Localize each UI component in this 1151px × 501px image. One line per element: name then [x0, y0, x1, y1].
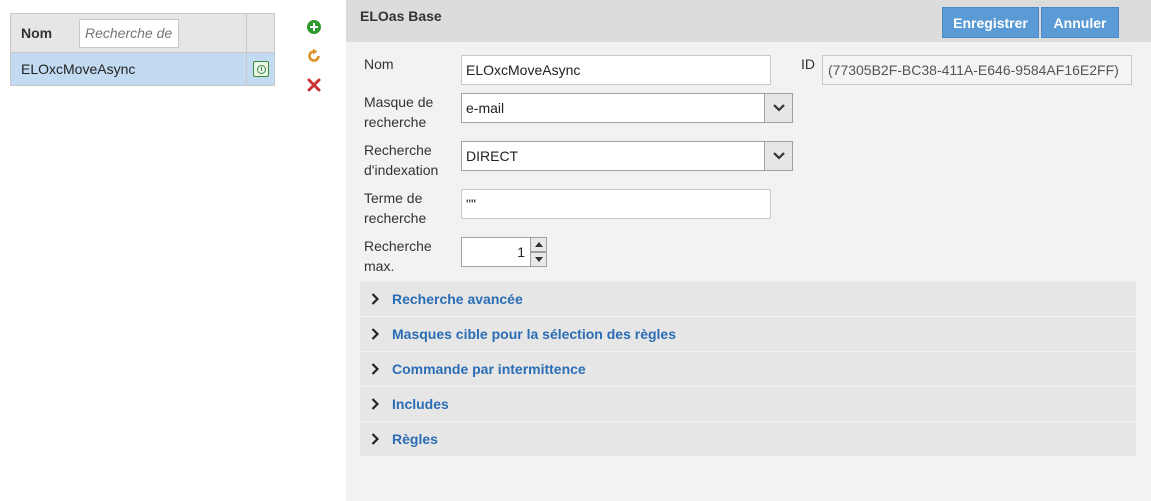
search-mask-label: Masque de recherche: [364, 92, 452, 132]
detail-header: ELOas Base Enregistrer Annuler: [346, 0, 1151, 42]
list-row[interactable]: ELOxcMoveAsync: [11, 53, 274, 85]
section-label[interactable]: Includes: [392, 396, 449, 412]
index-search-select[interactable]: DIRECT: [461, 141, 793, 171]
index-search-label-line1: Recherche: [364, 142, 432, 158]
search-term-label-line1: Terme de: [364, 190, 423, 206]
section-label[interactable]: Masques cible pour la sélection des règl…: [392, 326, 676, 342]
section-rules[interactable]: Règles: [360, 422, 1136, 456]
section-target-masks[interactable]: Masques cible pour la sélection des règl…: [360, 317, 1136, 351]
index-search-label: Recherche d'indexation: [364, 140, 452, 180]
collapsible-sections: Recherche avancée Masques cible pour la …: [360, 282, 1136, 457]
decrement-icon[interactable]: [530, 252, 547, 267]
chevron-down-icon[interactable]: [764, 142, 792, 170]
search-term-label-line2: recherche: [364, 210, 427, 226]
chevron-right-icon: [371, 362, 381, 376]
search-mask-label-line2: recherche: [364, 114, 427, 130]
id-label: ID: [801, 56, 815, 72]
name-label: Nom: [364, 56, 394, 72]
search-mask-value: e-mail: [466, 100, 505, 116]
max-search-value[interactable]: 1: [461, 237, 531, 267]
name-field[interactable]: ELOxcMoveAsync: [461, 55, 771, 85]
refresh-icon[interactable]: [305, 47, 323, 65]
max-search-stepper[interactable]: 1: [461, 237, 547, 267]
chevron-right-icon: [371, 327, 381, 341]
index-search-label-line2: d'indexation: [364, 162, 439, 178]
section-interval-control[interactable]: Commande par intermittence: [360, 352, 1136, 386]
index-search-value: DIRECT: [466, 148, 519, 164]
add-icon[interactable]: [305, 18, 323, 36]
id-field: (77305B2F-BC38-411A-E646-9584AF16E2FF): [822, 55, 1132, 85]
max-search-label: Recherche max.: [364, 236, 452, 276]
timer-icon: [252, 61, 269, 77]
row-name[interactable]: ELOxcMoveAsync: [11, 53, 248, 85]
name-column-header: Nom: [11, 14, 248, 52]
search-mask-select[interactable]: e-mail: [461, 93, 793, 123]
section-includes[interactable]: Includes: [360, 387, 1136, 421]
page-title: ELOas Base: [360, 8, 442, 24]
name-column-label: Nom: [21, 25, 53, 41]
search-term-field[interactable]: "": [461, 189, 771, 219]
delete-icon[interactable]: [305, 76, 323, 94]
max-search-label-line1: Recherche: [364, 238, 432, 254]
chevron-right-icon: [371, 292, 381, 306]
chevron-right-icon: [371, 432, 381, 446]
cancel-button[interactable]: Annuler: [1041, 7, 1119, 38]
list-actions: [305, 18, 323, 105]
chevron-right-icon: [371, 397, 381, 411]
name-filter-input[interactable]: [79, 18, 179, 48]
max-search-label-line2: max.: [364, 258, 395, 274]
search-term-label: Terme de recherche: [364, 188, 452, 228]
left-panel: Nom ELOxcMoveAsync: [0, 0, 346, 501]
section-label[interactable]: Commande par intermittence: [392, 361, 586, 377]
section-label[interactable]: Règles: [392, 431, 438, 447]
detail-panel: ELOas Base Enregistrer Annuler Nom ELOxc…: [346, 0, 1151, 501]
list-header: Nom: [11, 14, 274, 53]
save-button[interactable]: Enregistrer: [942, 7, 1039, 38]
increment-icon[interactable]: [530, 237, 547, 252]
rule-list-table: Nom ELOxcMoveAsync: [10, 13, 275, 86]
icon-column-header: [247, 14, 274, 52]
row-icon-cell: [247, 53, 274, 85]
section-advanced-search[interactable]: Recherche avancée: [360, 282, 1136, 316]
search-mask-label-line1: Masque de: [364, 94, 434, 110]
section-label[interactable]: Recherche avancée: [392, 291, 523, 307]
chevron-down-icon[interactable]: [764, 94, 792, 122]
